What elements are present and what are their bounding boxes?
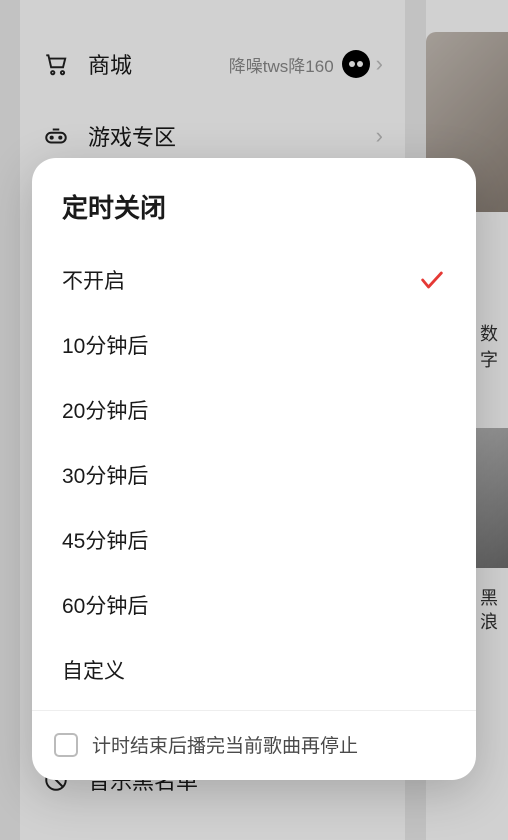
timer-option-10[interactable]: 10分钟后 <box>32 312 476 377</box>
option-label: 30分钟后 <box>62 460 148 490</box>
check-icon <box>418 266 446 294</box>
finish-song-checkbox[interactable] <box>54 733 78 757</box>
timer-option-45[interactable]: 45分钟后 <box>32 507 476 572</box>
timer-option-60[interactable]: 60分钟后 <box>32 572 476 637</box>
timer-option-20[interactable]: 20分钟后 <box>32 377 476 442</box>
option-label: 20分钟后 <box>62 395 148 425</box>
option-label: 自定义 <box>62 655 125 685</box>
sleep-timer-modal: 定时关闭 不开启 10分钟后 20分钟后 30分钟后 45分钟后 60分钟后 <box>32 158 476 780</box>
timer-option-off[interactable]: 不开启 <box>32 247 476 312</box>
option-label: 10分钟后 <box>62 330 148 360</box>
modal-footer[interactable]: 计时结束后播完当前歌曲再停止 <box>32 710 476 780</box>
modal-title: 定时关闭 <box>62 188 446 225</box>
option-label: 60分钟后 <box>62 590 148 620</box>
timer-option-custom[interactable]: 自定义 <box>32 637 476 702</box>
modal-header: 定时关闭 <box>32 158 476 243</box>
timer-option-30[interactable]: 30分钟后 <box>32 442 476 507</box>
finish-song-label: 计时结束后播完当前歌曲再停止 <box>92 731 358 758</box>
option-label: 不开启 <box>62 265 125 295</box>
modal-options-list: 不开启 10分钟后 20分钟后 30分钟后 45分钟后 60分钟后 自定义 <box>32 243 476 710</box>
option-label: 45分钟后 <box>62 525 148 555</box>
